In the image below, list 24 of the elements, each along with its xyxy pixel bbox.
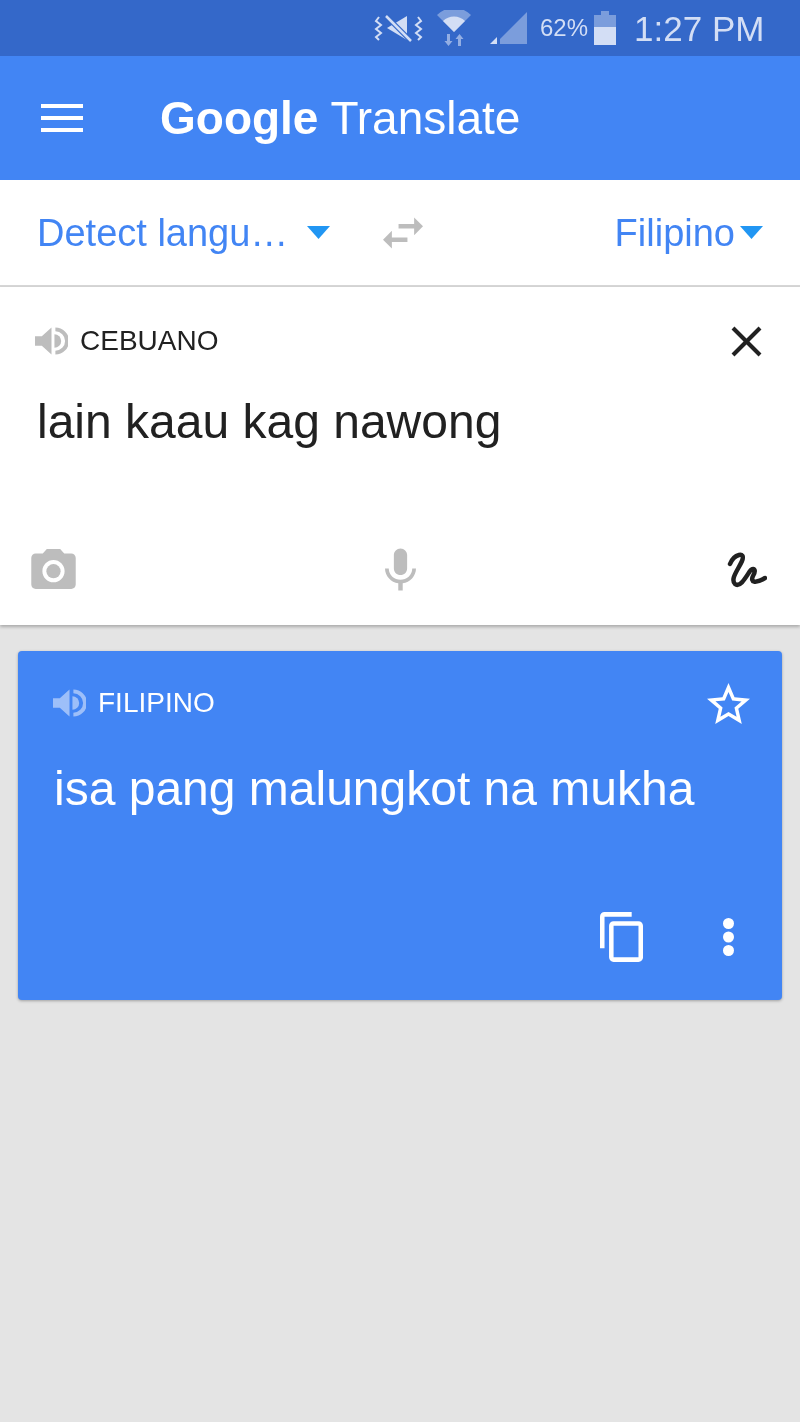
speaker-icon[interactable] bbox=[35, 326, 68, 356]
microphone-icon[interactable] bbox=[385, 547, 416, 591]
speaker-icon[interactable] bbox=[53, 688, 86, 718]
detected-language-label: CEBUANO bbox=[80, 327, 219, 355]
more-options-icon[interactable] bbox=[722, 917, 735, 957]
caret-icon bbox=[740, 226, 763, 239]
source-language-selector[interactable]: Detect langu… bbox=[37, 213, 331, 252]
close-icon[interactable] bbox=[731, 325, 762, 357]
wifi-icon bbox=[436, 10, 472, 46]
target-language-selector[interactable]: Filipino bbox=[614, 213, 763, 252]
muted-speaker-icon bbox=[373, 13, 424, 43]
translation-text: isa pang malungkot na mukha bbox=[54, 761, 695, 817]
input-field[interactable]: lain kaau kag nawong bbox=[37, 393, 502, 451]
caret-icon bbox=[307, 226, 331, 239]
battery-percent: 62% bbox=[540, 16, 589, 40]
target-language-label: FILIPINO bbox=[98, 689, 215, 717]
star-icon[interactable] bbox=[707, 682, 750, 724]
swap-languages-icon[interactable] bbox=[383, 216, 424, 249]
battery-icon bbox=[594, 11, 617, 45]
camera-icon[interactable] bbox=[31, 549, 76, 589]
menu-icon[interactable] bbox=[41, 104, 83, 132]
copy-icon[interactable] bbox=[600, 912, 643, 962]
signal-icon bbox=[490, 12, 527, 44]
clock-time: 1:27 PM bbox=[634, 10, 765, 46]
